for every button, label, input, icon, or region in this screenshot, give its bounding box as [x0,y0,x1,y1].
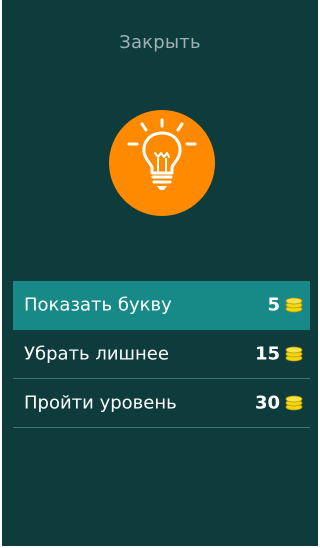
option-cost: 30 [254,392,280,414]
option-cost: 5 [267,294,280,316]
coins-icon [285,395,303,411]
option-label: Убрать лишнее [24,343,169,365]
close-button[interactable]: Закрыть [2,32,318,53]
option-label: Пройти уровень [24,392,177,414]
option-skip-level[interactable]: Пройти уровень 30 [13,379,310,428]
hint-dialog: Закрыть Показать букву 5 Убрать лишнее 1… [2,0,318,546]
option-remove-extra[interactable]: Убрать лишнее 15 [13,330,310,379]
option-cost: 15 [254,343,280,365]
option-label: Показать букву [24,294,172,316]
hint-options-list: Показать букву 5 Убрать лишнее 15 Пройти… [13,281,310,428]
lightbulb-icon [127,118,197,190]
coins-icon [285,346,303,362]
coins-icon [285,297,303,313]
hint-badge [109,110,215,216]
option-show-letter[interactable]: Показать букву 5 [13,281,310,330]
